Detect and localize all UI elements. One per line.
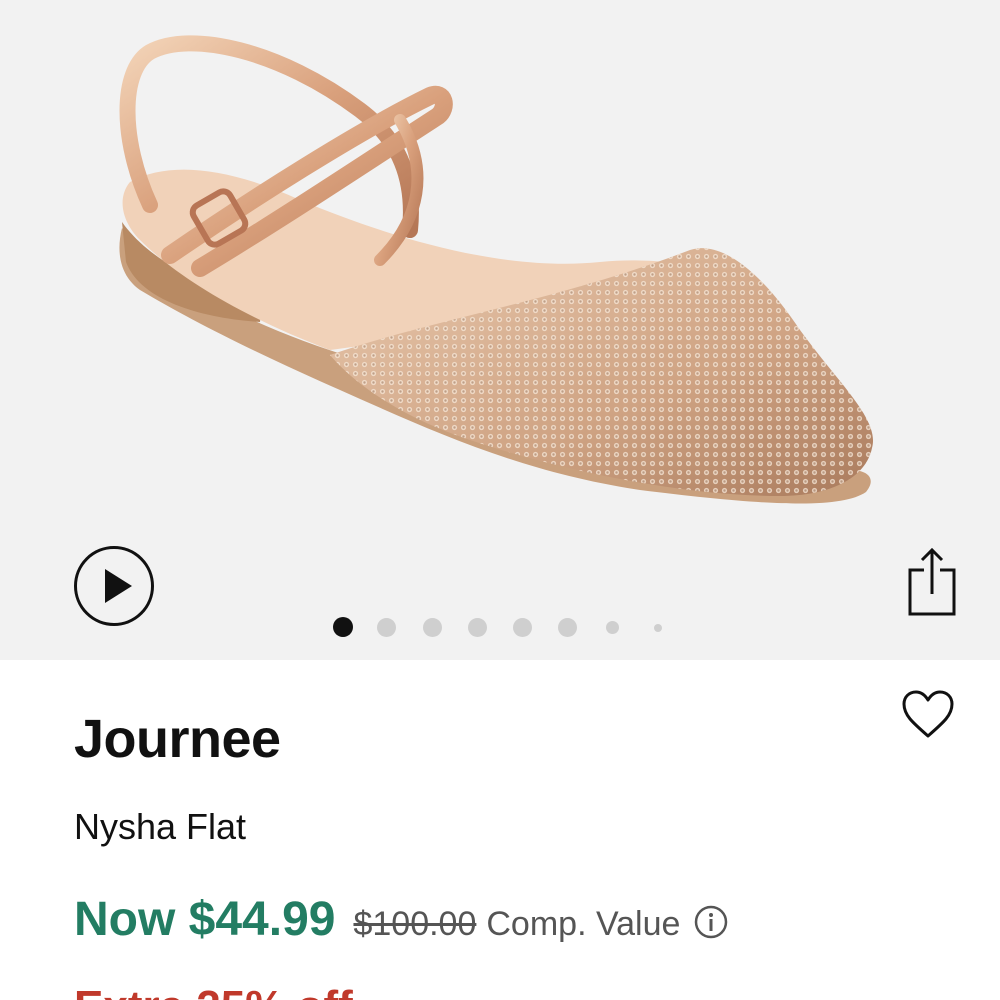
gallery-pagination (0, 616, 1000, 638)
promo-text: Extra 25% off ... (74, 982, 402, 1000)
original-price: $100.00 (353, 905, 477, 943)
brand-name[interactable]: Journee (74, 708, 281, 770)
comp-value-label: Comp. Value (486, 905, 681, 943)
product-gallery[interactable] (0, 0, 1000, 660)
info-icon[interactable] (694, 905, 728, 939)
share-icon (908, 547, 956, 616)
play-icon (105, 569, 132, 603)
share-button[interactable] (902, 544, 962, 620)
play-video-button[interactable] (74, 546, 154, 626)
gallery-dot-1[interactable] (333, 617, 353, 637)
gallery-dot-3[interactable] (423, 618, 442, 637)
gallery-dot-5[interactable] (513, 618, 532, 637)
product-title: Nysha Flat (74, 806, 247, 847)
gallery-dot-8[interactable] (654, 624, 662, 632)
heart-icon (902, 690, 954, 738)
gallery-dot-7[interactable] (606, 621, 619, 634)
gallery-dot-6[interactable] (558, 618, 577, 637)
wishlist-button[interactable] (898, 688, 958, 740)
gallery-dot-4[interactable] (468, 618, 487, 637)
gallery-dot-2[interactable] (377, 618, 396, 637)
price-row: Now $44.99 $100.00 Comp. Value (74, 892, 728, 948)
product-info: Journee Nysha Flat Now $44.99 $100.00 Co… (0, 660, 1000, 1000)
sale-price: Now $44.99 (74, 893, 336, 946)
